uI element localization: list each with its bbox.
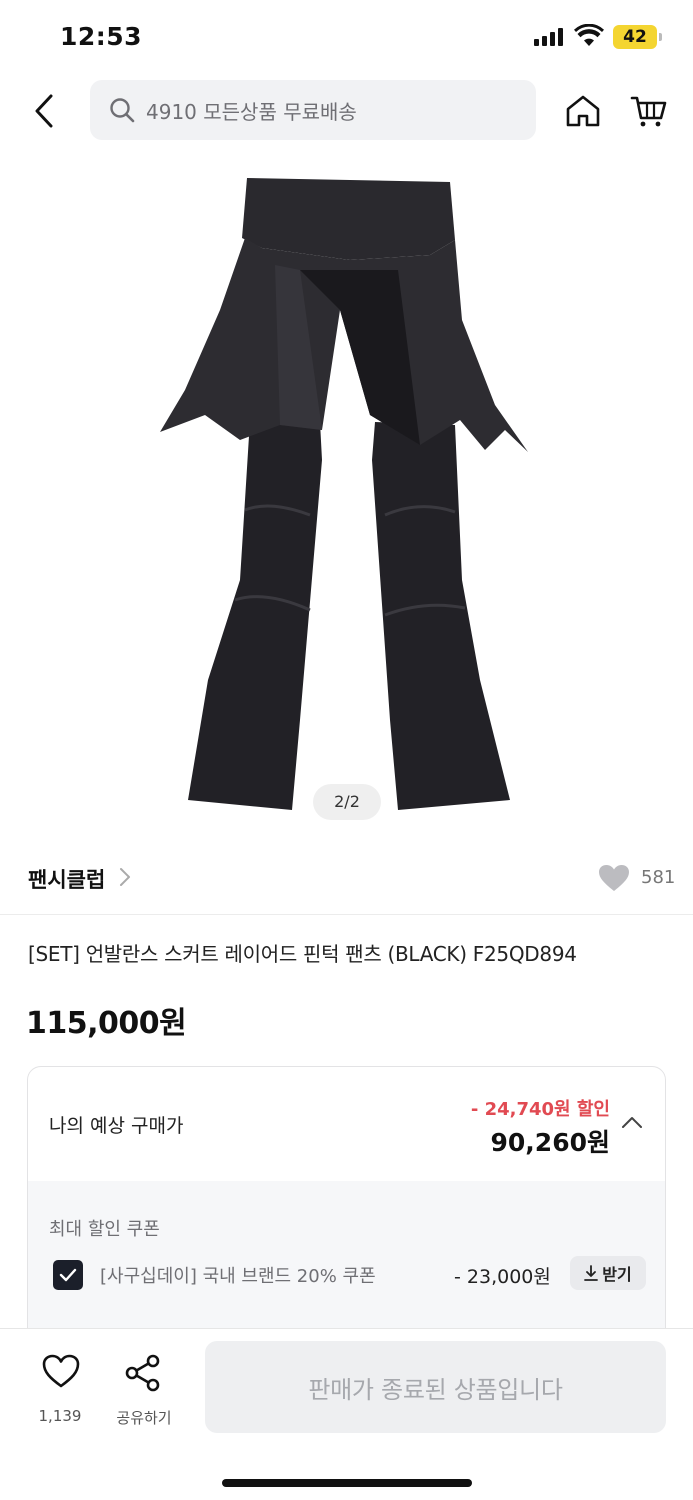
coupon-section: 최대 할인 쿠폰 [사구십데이] 국내 브랜드 20% 쿠폰 - 23,000원… bbox=[28, 1181, 665, 1345]
like-button[interactable] bbox=[36, 1353, 86, 1393]
chevron-up-icon[interactable] bbox=[621, 1115, 643, 1129]
brand-row[interactable]: 팬시클럽 581 bbox=[0, 850, 693, 906]
status-time: 12:53 bbox=[60, 22, 143, 51]
home-icon bbox=[566, 95, 600, 127]
download-icon bbox=[584, 1265, 599, 1281]
top-header: 4910 모든상품 무료배송 bbox=[0, 78, 693, 144]
bottom-action-bar: 1,139 공유하기 판매가 종료된 상품입니다 bbox=[0, 1328, 693, 1500]
search-input[interactable]: 4910 모든상품 무료배송 bbox=[90, 80, 536, 140]
coupon-checkbox[interactable] bbox=[53, 1260, 83, 1290]
like-count: 1,139 bbox=[38, 1407, 82, 1425]
check-icon bbox=[59, 1268, 77, 1282]
share-icon bbox=[125, 1354, 160, 1392]
status-bar: 12:53 42 bbox=[0, 0, 693, 76]
page-indicator: 2/2 bbox=[313, 784, 381, 820]
estimate-label: 나의 예상 구매가 bbox=[49, 1115, 184, 1137]
estimate-discount: - 24,740원 할인 bbox=[470, 1099, 610, 1120]
divider bbox=[0, 914, 693, 915]
product-title: [SET] 언발란스 스커트 레이어드 핀턱 팬츠 (BLACK) F25QD8… bbox=[28, 942, 577, 966]
home-button[interactable] bbox=[560, 88, 606, 134]
share-label: 공유하기 bbox=[116, 1409, 172, 1427]
brand-like-count: 581 bbox=[641, 867, 676, 888]
signal-icon bbox=[534, 28, 563, 46]
product-image[interactable] bbox=[0, 160, 693, 830]
home-indicator bbox=[222, 1479, 472, 1487]
pants-image bbox=[160, 178, 528, 810]
estimated-price-card: 나의 예상 구매가 - 24,740원 할인 90,260원 최대 할인 쿠폰 … bbox=[27, 1066, 666, 1346]
search-icon bbox=[110, 98, 135, 123]
coupon-get-button[interactable]: 받기 bbox=[570, 1256, 646, 1290]
coupon-amount: - 23,000원 bbox=[454, 1266, 551, 1288]
cart-button[interactable] bbox=[626, 88, 672, 134]
coupon-get-label: 받기 bbox=[602, 1265, 632, 1284]
estimate-final-price: 90,260원 bbox=[490, 1128, 610, 1157]
cart-icon bbox=[630, 96, 667, 127]
coupon-name: [사구십데이] 국내 브랜드 20% 쿠폰 bbox=[100, 1266, 376, 1287]
search-placeholder: 4910 모든상품 무료배송 bbox=[146, 99, 357, 124]
battery-icon: 42 bbox=[613, 25, 662, 49]
product-price: 115,000원 bbox=[26, 1006, 187, 1041]
share-button[interactable] bbox=[122, 1353, 166, 1397]
coupon-section-title: 최대 할인 쿠폰 bbox=[49, 1219, 160, 1240]
heart-icon[interactable] bbox=[598, 864, 630, 892]
wifi-icon bbox=[574, 24, 604, 46]
back-button[interactable] bbox=[22, 86, 66, 136]
chevron-right-icon bbox=[120, 868, 130, 886]
sold-out-button[interactable]: 판매가 종료된 상품입니다 bbox=[205, 1341, 666, 1433]
back-icon bbox=[35, 94, 53, 128]
heart-outline-icon bbox=[42, 1354, 80, 1388]
brand-name[interactable]: 팬시클럽 bbox=[28, 864, 105, 894]
